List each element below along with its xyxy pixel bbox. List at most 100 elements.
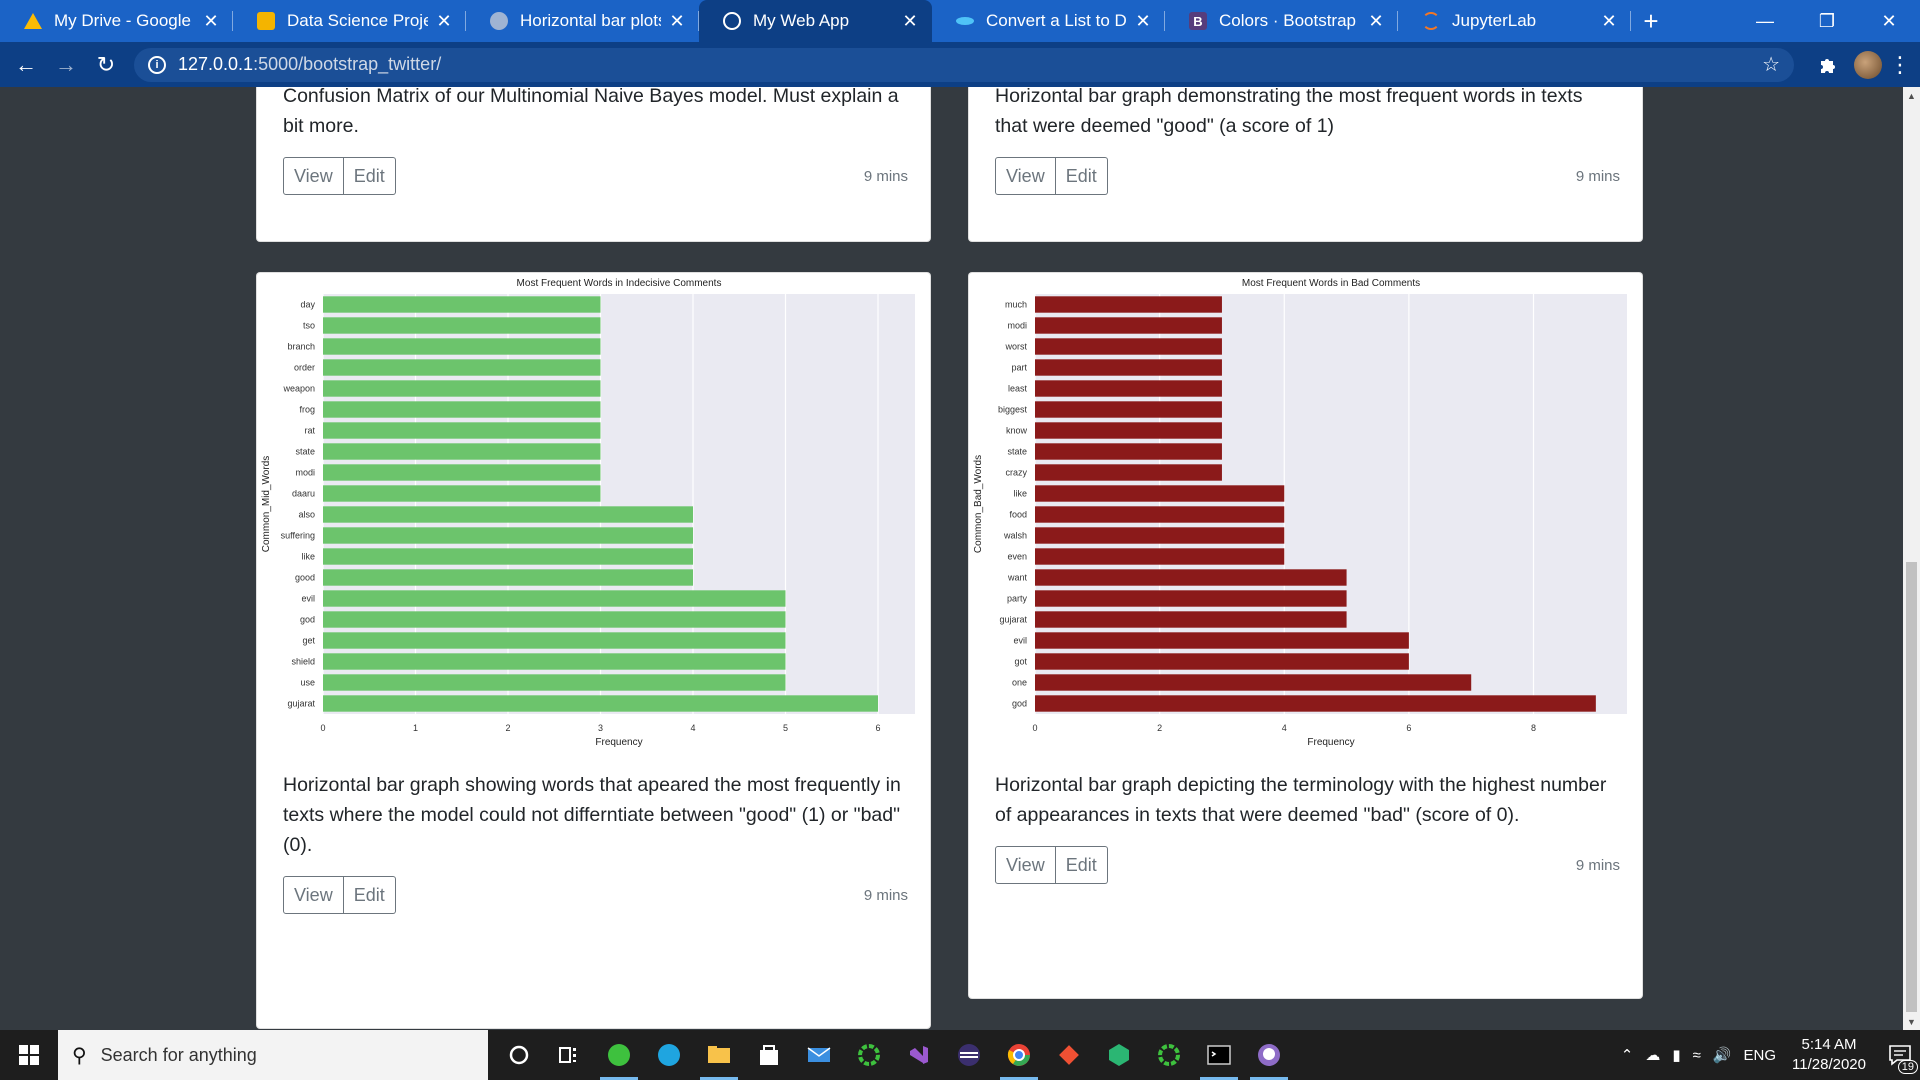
onedrive-cloud-icon[interactable]: ☁ (1645, 1046, 1660, 1064)
tray-chevron-icon[interactable]: ⌃ (1621, 1046, 1634, 1064)
tab-close-icon[interactable]: ✕ (434, 11, 454, 31)
chrome-icon[interactable] (994, 1030, 1044, 1080)
address-bar[interactable]: i 127.0.0.1:5000/bootstrap_twitter/ ☆ (134, 47, 1794, 82)
y-tick-label: want (1007, 573, 1028, 583)
browser-menu-icon[interactable]: ⋮ (1882, 52, 1918, 78)
extensions-puzzle-icon[interactable] (1808, 55, 1848, 75)
edge-icon[interactable] (644, 1030, 694, 1080)
visual-studio-icon[interactable] (894, 1030, 944, 1080)
chart-title: Most Frequent Words in Bad Comments (1242, 278, 1420, 289)
anaconda-icon[interactable] (1094, 1030, 1144, 1080)
browser-tab[interactable]: B Colors · Bootstrap ✕ (1165, 0, 1398, 42)
bar (323, 506, 693, 523)
clock-date: 11/28/2020 (1792, 1056, 1866, 1073)
taskbar-search-input[interactable]: ⚲ Search for anything (58, 1030, 488, 1080)
sync-app-icon[interactable] (1144, 1030, 1194, 1080)
view-button[interactable]: View (995, 846, 1056, 884)
eclipse-icon[interactable] (944, 1030, 994, 1080)
y-tick-label: state (1007, 447, 1027, 457)
bar (323, 548, 693, 565)
refresh-app-icon[interactable] (844, 1030, 894, 1080)
button-group: View Edit (283, 876, 396, 914)
bar (1035, 569, 1347, 586)
tab-title: JupyterLab (1452, 11, 1537, 30)
view-button[interactable]: View (283, 876, 344, 914)
y-tick-label: daaru (292, 489, 315, 499)
site-info-icon[interactable]: i (148, 55, 166, 74)
x-tick-label: 6 (875, 723, 880, 733)
microsoft-store-icon[interactable] (744, 1030, 794, 1080)
y-tick-label: got (1014, 657, 1027, 667)
browser-tab[interactable]: JupyterLab ✕ (1398, 0, 1631, 42)
restore-button[interactable]: ❐ (1796, 0, 1858, 42)
browser-tab[interactable]: My Web App ✕ (699, 0, 932, 42)
page-scrollbar[interactable]: ▲ ▼ (1903, 87, 1920, 1030)
mail-icon[interactable] (794, 1030, 844, 1080)
view-button[interactable]: View (995, 157, 1056, 195)
bar (323, 338, 601, 355)
back-button[interactable]: ← (6, 45, 46, 85)
language-indicator[interactable]: ENG (1744, 1047, 1777, 1064)
tab-close-icon[interactable]: ✕ (1366, 11, 1386, 31)
x-axis-label: Frequency (595, 737, 642, 747)
tab-close-icon[interactable]: ✕ (900, 11, 920, 31)
browser-tab[interactable]: Horizontal bar plots — ✕ (466, 0, 699, 42)
y-tick-label: party (1007, 594, 1028, 604)
scrollbar-thumb[interactable] (1906, 562, 1917, 1012)
bar (1035, 674, 1472, 691)
browser-tab[interactable]: Convert a List to Dataf ✕ (932, 0, 1165, 42)
github-icon[interactable] (1244, 1030, 1294, 1080)
bookmark-star-icon[interactable]: ☆ (1762, 52, 1780, 77)
browser-tab[interactable]: Data Science Project Pl ✕ (233, 0, 466, 42)
view-button[interactable]: View (283, 157, 344, 195)
taskbar-clock[interactable]: 5:14 AM 11/28/2020 (1792, 1035, 1866, 1075)
windows-taskbar: ⚲ Search for anything ⌃ ☁ ▮ ≈ 🔊 ENG 5:14… (0, 1030, 1920, 1080)
battery-icon[interactable]: ▮ (1672, 1046, 1680, 1064)
scroll-up-arrow-icon[interactable]: ▲ (1903, 87, 1920, 104)
edit-button[interactable]: Edit (343, 157, 396, 195)
minimize-button[interactable]: — (1734, 0, 1796, 42)
forward-button[interactable]: → (46, 45, 86, 85)
tab-title: My Web App (753, 11, 850, 30)
y-tick-label: one (1012, 678, 1027, 688)
git-icon[interactable] (1044, 1030, 1094, 1080)
terminal-icon[interactable] (1194, 1030, 1244, 1080)
bar (323, 464, 601, 481)
url-text: 127.0.0.1:5000/bootstrap_twitter/ (178, 54, 442, 74)
tab-close-icon[interactable]: ✕ (1133, 11, 1153, 31)
file-explorer-icon[interactable] (694, 1030, 744, 1080)
edit-button[interactable]: Edit (1055, 846, 1108, 884)
start-button[interactable] (0, 1030, 58, 1080)
tab-close-icon[interactable]: ✕ (1599, 11, 1619, 31)
bar (1035, 359, 1222, 376)
new-tab-button[interactable]: + (1631, 0, 1671, 42)
wifi-icon[interactable]: ≈ (1693, 1047, 1701, 1064)
bar (1035, 548, 1285, 565)
x-tick-label: 1 (413, 723, 418, 733)
window-controls: — ❐ ✕ (1734, 0, 1920, 42)
tab-close-icon[interactable]: ✕ (667, 11, 687, 31)
y-tick-label: tso (303, 321, 315, 331)
bar (1035, 317, 1222, 334)
y-tick-label: evil (301, 594, 315, 604)
cortana-icon[interactable] (494, 1030, 544, 1080)
edit-button[interactable]: Edit (1055, 157, 1108, 195)
tab-close-icon[interactable]: ✕ (201, 11, 221, 31)
volume-icon[interactable]: 🔊 (1713, 1046, 1732, 1064)
y-tick-label: suffering (281, 531, 315, 541)
y-tick-label: least (1008, 384, 1028, 394)
scroll-down-arrow-icon[interactable]: ▼ (1903, 1013, 1920, 1030)
notification-center-icon[interactable]: 19 (1880, 1030, 1920, 1080)
reload-button[interactable]: ↻ (86, 45, 126, 85)
tab-title: Data Science Project Pl (287, 11, 428, 30)
y-tick-label: part (1011, 363, 1027, 373)
close-window-button[interactable]: ✕ (1858, 0, 1920, 42)
xming-icon[interactable] (594, 1030, 644, 1080)
profile-avatar[interactable] (1854, 50, 1882, 79)
browser-tab[interactable]: My Drive - Google Driv ✕ (0, 0, 233, 42)
bootstrap-icon: B (1189, 12, 1207, 30)
task-view-icon[interactable] (544, 1030, 594, 1080)
x-tick-label: 4 (1282, 723, 1287, 733)
y-tick-label: frog (299, 405, 315, 415)
edit-button[interactable]: Edit (343, 876, 396, 914)
